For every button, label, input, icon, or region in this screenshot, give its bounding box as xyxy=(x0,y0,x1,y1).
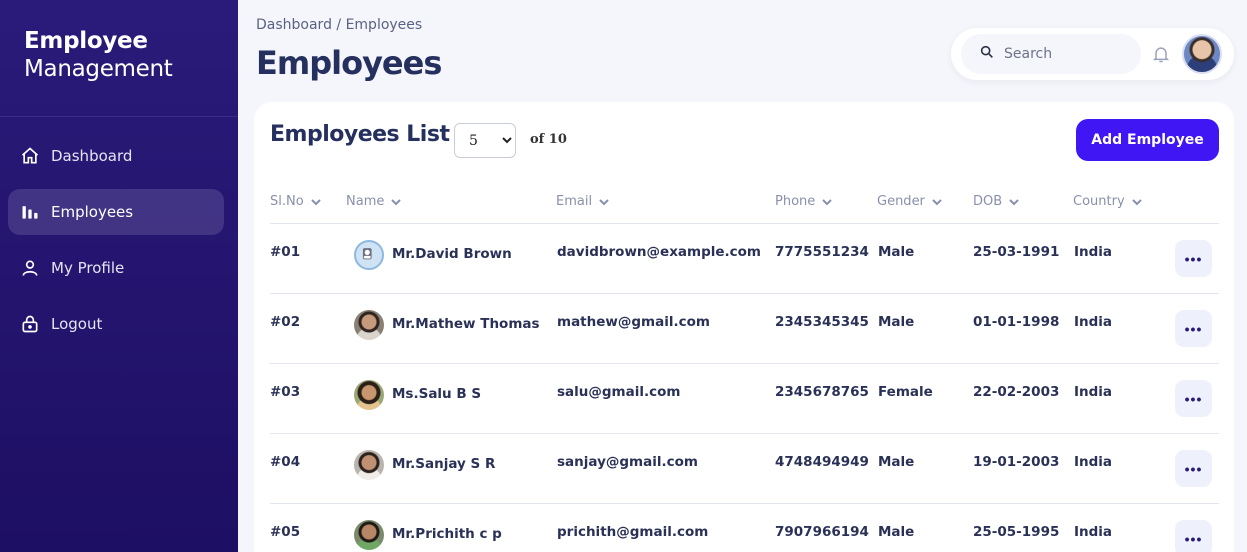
sidebar-nav: Dashboard Employees My Profile Logout xyxy=(0,117,238,347)
brand-title: Employee xyxy=(24,28,148,54)
avatar xyxy=(354,310,384,340)
more-options-button[interactable]: ••• xyxy=(1175,240,1212,277)
brand-logo: Employee Management xyxy=(0,0,238,117)
chevron-down-icon xyxy=(1131,196,1143,208)
bell-icon[interactable] xyxy=(1151,44,1171,64)
employee-dob: 22-02-2003 xyxy=(973,384,1060,400)
employee-name: Mr.Mathew Thomas xyxy=(392,316,540,332)
employee-email: prichith@gmail.com xyxy=(557,524,709,540)
column-gender[interactable]: Gender xyxy=(877,194,943,209)
employee-email: davidbrown@example.com xyxy=(557,244,762,260)
chevron-down-icon xyxy=(821,196,833,208)
sidebar-item-label: My Profile xyxy=(51,259,125,277)
column-country[interactable]: Country xyxy=(1073,194,1143,209)
breadcrumb: Dashboard / Employees xyxy=(256,17,423,33)
row-id: #04 xyxy=(270,454,301,470)
employee-name: Mr.David Brown xyxy=(392,246,512,262)
employee-phone: 2345345345 xyxy=(775,314,869,330)
user-icon xyxy=(20,258,40,278)
chevron-down-icon xyxy=(931,196,943,208)
page-title: Employees xyxy=(256,44,442,82)
employee-dob: 25-05-1995 xyxy=(973,524,1060,540)
column-phone[interactable]: Phone xyxy=(775,194,833,209)
table-row[interactable]: #03 Ms.Salu B S salu@gmail.com 234567876… xyxy=(270,364,1219,434)
table-row[interactable]: #04 Mr.Sanjay S R sanjay@gmail.com 47484… xyxy=(270,434,1219,504)
card-title: Employees List xyxy=(270,122,450,147)
employee-dob: 25-03-1991 xyxy=(973,244,1060,260)
user-avatar[interactable] xyxy=(1182,34,1222,74)
employee-phone: 4748494949 xyxy=(775,454,869,470)
sidebar-item-label: Dashboard xyxy=(51,147,133,165)
total-count: of 10 xyxy=(530,132,567,147)
employee-country: India xyxy=(1074,244,1113,260)
employee-dob: 19-01-2003 xyxy=(973,454,1060,470)
avatar xyxy=(354,520,384,550)
employee-phone: 7775551234 xyxy=(775,244,869,260)
chevron-down-icon xyxy=(390,196,402,208)
lock-icon xyxy=(20,314,40,334)
chevron-down-icon xyxy=(598,196,610,208)
search-box xyxy=(961,34,1141,74)
row-id: #03 xyxy=(270,384,301,400)
employee-country: India xyxy=(1074,524,1113,540)
add-employee-button[interactable]: Add Employee xyxy=(1076,119,1219,161)
sidebar-item-my-profile[interactable]: My Profile xyxy=(8,245,224,291)
employee-gender: Male xyxy=(878,244,915,260)
sidebar: Employee Management Dashboard Employees … xyxy=(0,0,238,552)
table-row[interactable]: #02 Mr.Mathew Thomas mathew@gmail.com 23… xyxy=(270,294,1219,364)
employee-name: Ms.Salu B S xyxy=(392,386,482,402)
employee-name: Mr.Sanjay S R xyxy=(392,456,496,472)
row-id: #01 xyxy=(270,244,301,260)
employee-email: sanjay@gmail.com xyxy=(557,454,698,470)
sidebar-item-logout[interactable]: Logout xyxy=(8,301,224,347)
employee-country: India xyxy=(1074,314,1113,330)
table-header: Sl.No Name Email Phone Gender DOB Countr… xyxy=(270,194,1219,224)
sidebar-item-label: Employees xyxy=(51,203,134,221)
column-sl-no[interactable]: Sl.No xyxy=(270,194,322,209)
chevron-down-icon xyxy=(1008,196,1020,208)
employee-email: salu@gmail.com xyxy=(557,384,681,400)
column-email[interactable]: Email xyxy=(556,194,610,209)
row-id: #02 xyxy=(270,314,301,330)
employee-name: Mr.Prichith c p xyxy=(392,526,502,542)
table-row[interactable]: #01 Mr.David Brown davidbrown@example.co… xyxy=(270,224,1219,294)
row-id: #05 xyxy=(270,524,301,540)
employee-dob: 01-01-1998 xyxy=(973,314,1060,330)
employee-country: India xyxy=(1074,384,1113,400)
table-row[interactable]: #05 Mr.Prichith c p prichith@gmail.com 7… xyxy=(270,504,1219,552)
more-options-button[interactable]: ••• xyxy=(1175,310,1212,347)
avatar xyxy=(354,450,384,480)
sidebar-item-employees[interactable]: Employees xyxy=(8,189,224,235)
more-options-button[interactable]: ••• xyxy=(1175,450,1212,487)
bar-chart-icon xyxy=(20,202,40,222)
employee-gender: Female xyxy=(878,384,933,400)
employee-gender: Male xyxy=(878,454,915,470)
avatar xyxy=(354,380,384,410)
per-page-select[interactable]: 5 10 xyxy=(454,123,516,158)
brand-subtitle: Management xyxy=(24,56,173,82)
employee-phone: 2345678765 xyxy=(775,384,869,400)
employee-gender: Male xyxy=(878,314,915,330)
more-options-button[interactable]: ••• xyxy=(1175,520,1212,552)
column-dob[interactable]: DOB xyxy=(973,194,1020,209)
avatar xyxy=(354,240,384,270)
chevron-down-icon xyxy=(310,196,322,208)
employee-country: India xyxy=(1074,454,1113,470)
employee-gender: Male xyxy=(878,524,915,540)
employee-email: mathew@gmail.com xyxy=(557,314,710,330)
employee-phone: 7907966194 xyxy=(775,524,869,540)
top-toolbar xyxy=(951,28,1234,80)
search-icon xyxy=(979,44,995,64)
sidebar-item-label: Logout xyxy=(51,315,103,333)
home-icon xyxy=(20,146,40,166)
column-name[interactable]: Name xyxy=(346,194,402,209)
more-options-button[interactable]: ••• xyxy=(1175,380,1212,417)
employees-card: Employees List 5 10 of 10 Add Employee S… xyxy=(254,102,1234,552)
sidebar-item-dashboard[interactable]: Dashboard xyxy=(8,133,224,179)
search-input[interactable] xyxy=(1004,46,1134,62)
